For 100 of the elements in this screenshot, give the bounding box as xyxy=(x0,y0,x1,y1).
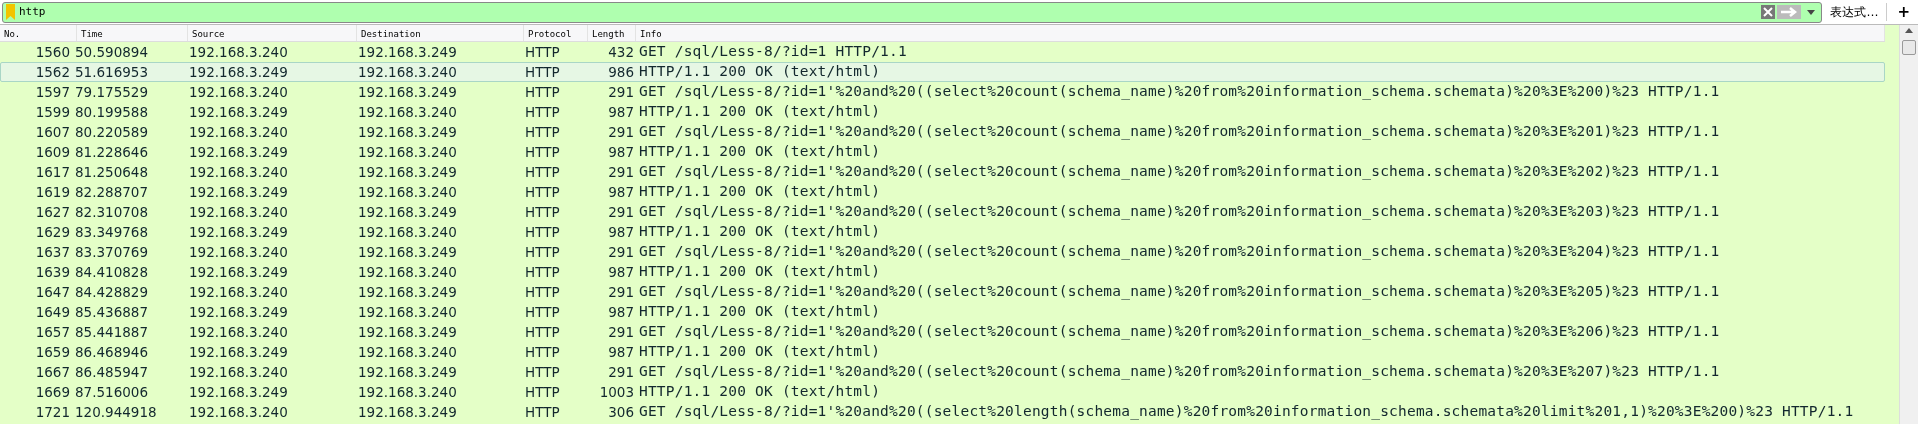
packet-row[interactable]: 1649 85.436887 192.168.3.249 192.168.3.240 HTTP 987 HTTP/1.1 200 OK (text/html) xyxy=(0,302,1885,322)
packet-row[interactable]: 1667 86.485947 192.168.3.240 192.168.3.249 HTTP 291 GET /sql/Less-8/?id=1'%20and%20((select%20count(schema_name)%20from%20information_schema.schemata)%20%3E%207)%23 HTTP/1.1 xyxy=(0,362,1885,382)
length-cell-text: 291 xyxy=(607,282,634,302)
source-cell-text: 192.168.3.249 xyxy=(189,222,289,242)
dropdown-caret-icon[interactable] xyxy=(1807,9,1816,15)
source-cell-text: 192.168.3.240 xyxy=(189,122,289,142)
column-header[interactable]: Length xyxy=(588,25,636,41)
length-cell-text: 291 xyxy=(607,162,634,182)
destination-cell-text: 192.168.3.249 xyxy=(358,282,458,302)
time-cell-text: 82.288707 xyxy=(74,182,149,202)
time-cell-text: 87.516006 xyxy=(74,382,149,402)
packet-row[interactable]: 1657 85.441887 192.168.3.240 192.168.3.249 HTTP 291 GET /sql/Less-8/?id=1'%20and%20((select%20count(schema_name)%20from%20information_schema.schemata)%20%3E%206)%23 HTTP/1.1 xyxy=(0,322,1885,342)
packet-row[interactable]: 1599 80.199588 192.168.3.249 192.168.3.240 HTTP 987 HTTP/1.1 200 OK (text/html) xyxy=(0,102,1885,122)
packet-row[interactable]: 1627 82.310708 192.168.3.240 192.168.3.249 HTTP 291 GET /sql/Less-8/?id=1'%20and%20((select%20count(schema_name)%20from%20information_schema.schemata)%20%3E%203)%23 HTTP/1.1 xyxy=(0,202,1885,222)
time-cell-text: 86.468946 xyxy=(74,342,149,362)
source-cell-text: 192.168.3.240 xyxy=(189,202,289,222)
info-cell-text: GET /sql/Less-8/?id=1'%20and%20((select%20count(schema_name)%20from%20information_schema.schemata)%20%3E%202)%23 HTTP/1.1 xyxy=(638,162,1720,182)
packet-row[interactable]: 1617 81.250648 192.168.3.240 192.168.3.249 HTTP 291 GET /sql/Less-8/?id=1'%20and%20((select%20count(schema_name)%20from%20information_schema.schemata)%20%3E%202)%23 HTTP/1.1 xyxy=(0,162,1885,182)
destination-cell-text: 192.168.3.240 xyxy=(358,302,458,322)
number-cell-text: 1649 xyxy=(34,302,71,322)
number-cell-text: 1669 xyxy=(34,382,71,402)
destination-cell-text: 192.168.3.249 xyxy=(358,82,458,102)
length-cell-text: 987 xyxy=(607,222,634,242)
time-cell-text: 83.349768 xyxy=(74,222,149,242)
protocol-cell-text: HTTP xyxy=(525,382,561,402)
packet-row[interactable]: 1639 84.410828 192.168.3.249 192.168.3.240 HTTP 987 HTTP/1.1 200 OK (text/html) xyxy=(0,262,1885,282)
info-cell-text: HTTP/1.1 200 OK (text/html) xyxy=(638,142,881,162)
number-cell-text: 1619 xyxy=(34,182,71,202)
destination-cell-text: 192.168.3.249 xyxy=(358,322,458,342)
number-cell-text: 1659 xyxy=(34,342,71,362)
packet-row[interactable]: 1647 84.428829 192.168.3.240 192.168.3.249 HTTP 291 GET /sql/Less-8/?id=1'%20and%20((select%20count(schema_name)%20from%20information_schema.schemata)%20%3E%205)%23 HTTP/1.1 xyxy=(0,282,1885,302)
column-header[interactable]: Source xyxy=(188,25,357,41)
packet-row[interactable]: 1629 83.349768 192.168.3.249 192.168.3.240 HTTP 987 HTTP/1.1 200 OK (text/html) xyxy=(0,222,1885,242)
scroll-thumb[interactable] xyxy=(1902,40,1916,55)
length-cell-text: 291 xyxy=(607,82,634,102)
protocol-cell-text: HTTP xyxy=(525,122,561,142)
source-cell-text: 192.168.3.249 xyxy=(189,102,289,122)
packet-row[interactable]: 1607 80.220589 192.168.3.240 192.168.3.249 HTTP 291 GET /sql/Less-8/?id=1'%20and%20((select%20count(schema_name)%20from%20information_schema.schemata)%20%3E%201)%23 HTTP/1.1 xyxy=(0,122,1885,142)
source-cell-text: 192.168.3.240 xyxy=(189,242,289,262)
protocol-cell-text: HTTP xyxy=(525,262,561,282)
number-cell-text: 1639 xyxy=(34,262,71,282)
packet-row[interactable]: 1562 51.616953 192.168.3.249 192.168.3.240 HTTP 986 HTTP/1.1 200 OK (text/html) xyxy=(0,62,1885,82)
source-cell-text: 192.168.3.240 xyxy=(189,162,289,182)
number-cell-text: 1617 xyxy=(34,162,71,182)
column-header[interactable]: No. xyxy=(0,25,77,41)
bookmark-icon[interactable] xyxy=(6,4,15,20)
info-cell-text: GET /sql/Less-8/?id=1'%20and%20((select%20count(schema_name)%20from%20information_schema.schemata)%20%3E%201)%23 HTTP/1.1 xyxy=(638,122,1720,142)
scroll-up-icon[interactable] xyxy=(1905,28,1913,33)
number-cell-text: 1599 xyxy=(34,102,71,122)
time-cell-text: 79.175529 xyxy=(74,82,149,102)
number-cell-text: 1597 xyxy=(34,82,71,102)
info-cell-text: HTTP/1.1 200 OK (text/html) xyxy=(638,182,881,202)
length-cell-text: 291 xyxy=(607,362,634,382)
column-header[interactable]: Destination xyxy=(357,25,524,41)
protocol-cell-text: HTTP xyxy=(525,82,561,102)
column-header[interactable]: Time xyxy=(77,25,188,41)
destination-cell-text: 192.168.3.240 xyxy=(358,102,458,122)
time-cell-text: 80.199588 xyxy=(74,102,149,122)
column-header[interactable]: Info xyxy=(636,25,1885,41)
protocol-cell-text: HTTP xyxy=(525,342,561,362)
destination-cell-text: 192.168.3.249 xyxy=(358,402,458,422)
packet-row[interactable]: 1609 81.228646 192.168.3.249 192.168.3.240 HTTP 987 HTTP/1.1 200 OK (text/html) xyxy=(0,142,1885,162)
source-cell-text: 192.168.3.240 xyxy=(189,402,289,422)
expression-button[interactable]: 表达式… xyxy=(1826,1,1883,23)
time-cell-text: 84.428829 xyxy=(74,282,149,302)
scrollbar[interactable] xyxy=(1899,25,1918,424)
time-cell-text: 81.250648 xyxy=(74,162,149,182)
packet-row[interactable]: 1721 120.944918 192.168.3.240 192.168.3.249 HTTP 306 GET /sql/Less-8/?id=1'%20and%20((select%20length(schema_name)%20from%20information_schema.schemata%20limit%201,1)%20%3E%200)%23 HTTP/1.1 xyxy=(0,402,1885,422)
number-cell-text: 1607 xyxy=(34,122,71,142)
source-cell-text: 192.168.3.240 xyxy=(189,42,289,62)
length-cell-text: 432 xyxy=(607,42,634,62)
packet-row[interactable]: 1560 50.590894 192.168.3.240 192.168.3.249 HTTP 432 GET /sql/Less-8/?id=1 HTTP/1.1 xyxy=(0,42,1885,62)
add-filter-button[interactable]: + xyxy=(1891,1,1916,23)
info-cell-text: GET /sql/Less-8/?id=1'%20and%20((select%20count(schema_name)%20from%20information_schema.schemata)%20%3E%200)%23 HTTP/1.1 xyxy=(638,82,1720,102)
number-cell-text: 1667 xyxy=(34,362,71,382)
length-cell-text: 291 xyxy=(607,202,634,222)
length-cell-text: 986 xyxy=(607,62,634,82)
length-cell-text: 291 xyxy=(607,122,634,142)
packet-row[interactable]: 1669 87.516006 192.168.3.249 192.168.3.240 HTTP 1003 HTTP/1.1 200 OK (text/html) xyxy=(0,382,1885,402)
time-cell-text: 82.310708 xyxy=(74,202,149,222)
protocol-cell-text: HTTP xyxy=(525,202,561,222)
protocol-cell-text: HTTP xyxy=(525,62,561,82)
source-cell-text: 192.168.3.249 xyxy=(189,342,289,362)
packet-row[interactable]: 1659 86.468946 192.168.3.249 192.168.3.240 HTTP 987 HTTP/1.1 200 OK (text/html) xyxy=(0,342,1885,362)
packet-row[interactable]: 1637 83.370769 192.168.3.240 192.168.3.249 HTTP 291 GET /sql/Less-8/?id=1'%20and%20((select%20count(schema_name)%20from%20information_schema.schemata)%20%3E%204)%23 HTTP/1.1 xyxy=(0,242,1885,262)
filter-field[interactable]: http xyxy=(2,1,1823,23)
info-cell-text: HTTP/1.1 200 OK (text/html) xyxy=(638,302,881,322)
column-header[interactable]: Protocol xyxy=(524,25,588,41)
destination-cell-text: 192.168.3.240 xyxy=(358,342,458,362)
protocol-cell-text: HTTP xyxy=(525,302,561,322)
info-cell-text: HTTP/1.1 200 OK (text/html) xyxy=(638,222,881,242)
length-cell-text: 987 xyxy=(607,102,634,122)
packet-row[interactable]: 1597 79.175529 192.168.3.240 192.168.3.249 HTTP 291 GET /sql/Less-8/?id=1'%20and%20((select%20count(schema_name)%20from%20information_schema.schemata)%20%3E%200)%23 HTTP/1.1 xyxy=(0,82,1885,102)
packet-row[interactable]: 1619 82.288707 192.168.3.249 192.168.3.240 HTTP 987 HTTP/1.1 200 OK (text/html) xyxy=(0,182,1885,202)
source-cell-text: 192.168.3.240 xyxy=(189,82,289,102)
destination-cell-text: 192.168.3.240 xyxy=(358,262,458,282)
info-cell-text: HTTP/1.1 200 OK (text/html) xyxy=(638,102,881,122)
number-cell-text: 1637 xyxy=(34,242,71,262)
number-cell-text: 1627 xyxy=(34,202,71,222)
clear-icon[interactable] xyxy=(1761,5,1776,19)
